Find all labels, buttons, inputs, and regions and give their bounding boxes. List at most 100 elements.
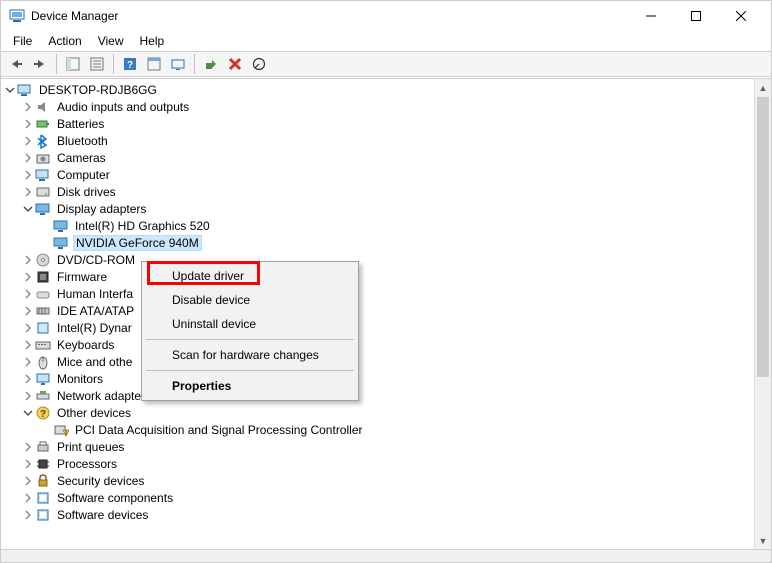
tree-category[interactable]: Keyboards: [3, 336, 754, 353]
expand-icon[interactable]: [21, 321, 35, 335]
node-label[interactable]: Cameras: [55, 151, 108, 165]
context-menu-item-scan-for-hardware-changes[interactable]: Scan for hardware changes: [144, 343, 356, 367]
node-label[interactable]: Firmware: [55, 270, 109, 284]
tree-device[interactable]: NVIDIA GeForce 940M: [3, 234, 754, 251]
tree-category[interactable]: Monitors: [3, 370, 754, 387]
expand-icon[interactable]: [21, 253, 35, 267]
node-label[interactable]: Software components: [55, 491, 175, 505]
node-label[interactable]: Intel(R) HD Graphics 520: [73, 219, 212, 233]
expand-icon[interactable]: [21, 168, 35, 182]
collapse-icon[interactable]: [21, 406, 35, 420]
context-menu-item-properties[interactable]: Properties: [144, 374, 356, 398]
maximize-button[interactable]: [673, 1, 718, 31]
minimize-button[interactable]: [628, 1, 673, 31]
expand-icon[interactable]: [21, 304, 35, 318]
update-driver-button[interactable]: [200, 53, 222, 75]
node-label[interactable]: Batteries: [55, 117, 106, 131]
tree-category[interactable]: Display adapters: [3, 200, 754, 217]
node-label[interactable]: Security devices: [55, 474, 146, 488]
tree-category[interactable]: Processors: [3, 455, 754, 472]
scroll-thumb[interactable]: [757, 97, 769, 377]
node-label[interactable]: Keyboards: [55, 338, 116, 352]
tree-category[interactable]: Intel(R) Dynar: [3, 319, 754, 336]
expand-icon[interactable]: [21, 117, 35, 131]
expand-icon[interactable]: [21, 134, 35, 148]
tree-category[interactable]: Cameras: [3, 149, 754, 166]
menu-file[interactable]: File: [5, 32, 40, 50]
back-button[interactable]: [5, 53, 27, 75]
uninstall-button[interactable]: [224, 53, 246, 75]
node-label[interactable]: Software devices: [55, 508, 150, 522]
expand-icon[interactable]: [21, 389, 35, 403]
tree-category[interactable]: Software devices: [3, 506, 754, 523]
tree-category[interactable]: Disk drives: [3, 183, 754, 200]
menu-help[interactable]: Help: [132, 32, 173, 50]
tree-category[interactable]: IDE ATA/ATAP: [3, 302, 754, 319]
tree-device[interactable]: !PCI Data Acquisition and Signal Process…: [3, 421, 754, 438]
disable-button[interactable]: [248, 53, 270, 75]
close-button[interactable]: [718, 1, 763, 31]
node-label[interactable]: Network adapters: [55, 389, 153, 403]
collapse-icon[interactable]: [3, 83, 17, 97]
help-button[interactable]: ?: [119, 53, 141, 75]
tree-device[interactable]: Intel(R) HD Graphics 520: [3, 217, 754, 234]
tree-category[interactable]: Human Interfa: [3, 285, 754, 302]
node-label[interactable]: Human Interfa: [55, 287, 135, 301]
tree-category[interactable]: DVD/CD-ROM: [3, 251, 754, 268]
menu-view[interactable]: View: [90, 32, 132, 50]
tree-category[interactable]: Firmware: [3, 268, 754, 285]
vertical-scrollbar[interactable]: ▲ ▼: [754, 79, 771, 549]
context-menu-item-uninstall-device[interactable]: Uninstall device: [144, 312, 356, 336]
scroll-up-button[interactable]: ▲: [755, 79, 771, 96]
action-button[interactable]: [143, 53, 165, 75]
forward-button[interactable]: [29, 53, 51, 75]
tree-category[interactable]: Bluetooth: [3, 132, 754, 149]
device-tree[interactable]: DESKTOP-RDJB6GG Audio inputs and outputs B…: [1, 79, 754, 549]
tree-category[interactable]: Computer: [3, 166, 754, 183]
node-label[interactable]: Monitors: [55, 372, 105, 386]
expand-icon[interactable]: [21, 508, 35, 522]
node-label[interactable]: Processors: [55, 457, 119, 471]
node-label[interactable]: Display adapters: [55, 202, 148, 216]
expand-icon[interactable]: [21, 185, 35, 199]
node-label[interactable]: DVD/CD-ROM: [55, 253, 137, 267]
menu-action[interactable]: Action: [40, 32, 89, 50]
node-label[interactable]: Bluetooth: [55, 134, 110, 148]
node-label[interactable]: Disk drives: [55, 185, 118, 199]
tree-category[interactable]: ?Other devices: [3, 404, 754, 421]
tree-category[interactable]: Software components: [3, 489, 754, 506]
tree-category[interactable]: Network adapters: [3, 387, 754, 404]
node-label[interactable]: Audio inputs and outputs: [55, 100, 191, 114]
properties-button[interactable]: [86, 53, 108, 75]
node-label[interactable]: Computer: [55, 168, 112, 182]
expand-icon[interactable]: [21, 100, 35, 114]
expand-icon[interactable]: [21, 457, 35, 471]
scan-hardware-button[interactable]: [167, 53, 189, 75]
node-label[interactable]: Intel(R) Dynar: [55, 321, 134, 335]
tree-category[interactable]: Batteries: [3, 115, 754, 132]
expand-icon[interactable]: [21, 355, 35, 369]
expand-icon[interactable]: [21, 440, 35, 454]
tree-category[interactable]: Security devices: [3, 472, 754, 489]
tree-category[interactable]: Audio inputs and outputs: [3, 98, 754, 115]
node-label[interactable]: Other devices: [55, 406, 133, 420]
collapse-icon[interactable]: [21, 202, 35, 216]
tree-category[interactable]: Print queues: [3, 438, 754, 455]
expand-icon[interactable]: [21, 338, 35, 352]
show-hide-tree-button[interactable]: [62, 53, 84, 75]
expand-icon[interactable]: [21, 491, 35, 505]
node-label[interactable]: DESKTOP-RDJB6GG: [37, 83, 159, 97]
node-label[interactable]: PCI Data Acquisition and Signal Processi…: [73, 423, 364, 437]
node-label[interactable]: Print queues: [55, 440, 126, 454]
expand-icon[interactable]: [21, 287, 35, 301]
node-label[interactable]: IDE ATA/ATAP: [55, 304, 136, 318]
scroll-down-button[interactable]: ▼: [755, 532, 771, 549]
node-label[interactable]: Mice and othe: [55, 355, 134, 369]
node-label[interactable]: NVIDIA GeForce 940M: [73, 235, 202, 251]
context-menu-item-update-driver[interactable]: Update driver: [144, 264, 356, 288]
expand-icon[interactable]: [21, 270, 35, 284]
expand-icon[interactable]: [21, 474, 35, 488]
tree-category[interactable]: Mice and othe: [3, 353, 754, 370]
expand-icon[interactable]: [21, 151, 35, 165]
context-menu-item-disable-device[interactable]: Disable device: [144, 288, 356, 312]
